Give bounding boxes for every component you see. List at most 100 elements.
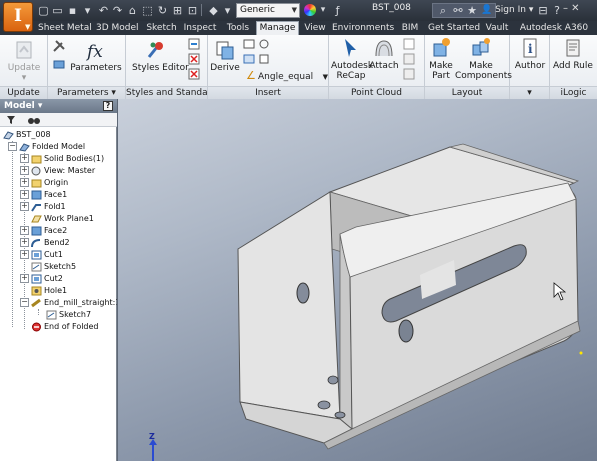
redo-icon[interactable]: ↷ <box>111 3 124 18</box>
tree-node-face1[interactable]: + Face1 <box>20 189 67 201</box>
tab-view[interactable]: View <box>302 22 328 35</box>
tab-sheet-metal[interactable]: Sheet Metal <box>38 22 92 35</box>
update-icon[interactable]: ↻ <box>156 3 169 18</box>
save-icon[interactable]: ▪ <box>66 3 79 18</box>
save-styles-icon[interactable] <box>188 53 201 65</box>
select-icon[interactable]: ⬚ <box>141 3 154 18</box>
sign-in-link[interactable]: 👤 Sign In ▾ <box>481 3 533 18</box>
tree-node-end-of-folded[interactable]: End of Folded <box>31 321 99 333</box>
styles-editor-button[interactable]: Styles Editor <box>132 39 189 73</box>
tree-node-face2[interactable]: + Face2 <box>20 225 67 237</box>
expand-icon[interactable]: + <box>20 250 29 259</box>
tree-node-hole1[interactable]: Hole1 <box>31 285 67 297</box>
dropdown-icon[interactable]: ▾ <box>81 3 94 18</box>
link-icon[interactable] <box>52 57 66 71</box>
expand-icon[interactable]: + <box>20 190 29 199</box>
tab-autodesk-a360[interactable]: Autodesk A360 <box>516 22 592 35</box>
tab-environments[interactable]: Environments <box>332 22 394 35</box>
tab-3d-model[interactable]: 3D Model <box>96 22 139 35</box>
angle-select[interactable]: Angle_equal ▼ <box>258 71 328 84</box>
chevron-down-icon[interactable]: ▾ <box>318 3 328 18</box>
material-icon[interactable]: ◆ <box>207 3 220 18</box>
fx-icon[interactable]: ƒ <box>331 3 344 18</box>
make-part-button[interactable]: Make Part <box>427 37 455 81</box>
update-styles-icon[interactable] <box>188 38 201 50</box>
parameters-button[interactable]: fx Parameters <box>68 39 124 73</box>
binoculars-icon[interactable] <box>28 115 40 125</box>
info-icon: i <box>523 38 537 58</box>
purge-styles-icon[interactable] <box>188 68 201 80</box>
filter-icon[interactable] <box>6 115 16 125</box>
tree-label: Cut2 <box>44 274 63 283</box>
make-components-line1: Make <box>469 61 493 71</box>
expand-icon[interactable]: + <box>20 178 29 187</box>
tree-node-cut2[interactable]: + Cut2 <box>20 273 63 285</box>
insert-object-icon[interactable] <box>243 38 256 50</box>
properties-icon[interactable]: ⊡ <box>186 3 199 18</box>
ribbon: Update ▾ Update fx Parameters Parameters … <box>0 35 597 99</box>
collapse-icon[interactable]: − <box>20 298 29 307</box>
tree-node-solid-bodies[interactable]: + Solid Bodies(1) <box>20 153 104 165</box>
tab-tools[interactable]: Tools <box>224 22 252 35</box>
cart-icon[interactable]: ⊟ <box>537 3 549 18</box>
point-cloud-crop-icon[interactable] <box>403 68 416 80</box>
browser-help-button[interactable]: ? <box>103 101 113 111</box>
panel-label-author[interactable]: ▾ <box>510 86 549 99</box>
tab-manage[interactable]: Manage <box>256 21 299 35</box>
make-components-button[interactable]: Make Components <box>455 37 512 81</box>
sheet-metal-part[interactable] <box>118 99 597 461</box>
new-icon[interactable]: ▢ <box>37 3 50 18</box>
expand-icon[interactable]: + <box>20 226 29 235</box>
tools-icon[interactable] <box>52 39 66 53</box>
search-icon[interactable]: ⌕ <box>437 3 449 18</box>
tree-node-root[interactable]: BST_008 <box>3 129 51 141</box>
binoculars-icon[interactable]: ⚯ <box>452 3 464 18</box>
undo-icon[interactable]: ↶ <box>97 3 110 18</box>
panel-label-parameters[interactable]: Parameters ▾ <box>48 86 125 99</box>
tree-node-sketch5[interactable]: Sketch5 <box>31 261 76 273</box>
tree-node-fold1[interactable]: + Fold1 <box>20 201 66 213</box>
tree-node-view-master[interactable]: + View: Master <box>20 165 95 177</box>
copy-object-icon[interactable] <box>258 53 271 65</box>
help-icon[interactable]: ? <box>551 3 563 18</box>
measure-icon[interactable]: ⊞ <box>171 3 184 18</box>
browser-header[interactable]: Model ▾ ? <box>0 99 117 113</box>
add-rule-button[interactable]: Add Rule <box>551 37 595 71</box>
autodesk-recap-button[interactable]: Autodesk ReCap <box>331 37 373 81</box>
collapse-icon[interactable]: − <box>8 142 17 151</box>
tree-node-work-plane1[interactable]: Work Plane1 <box>31 213 94 225</box>
attach-button[interactable]: Attach <box>369 37 399 71</box>
update-button[interactable]: Update ▾ <box>6 39 42 83</box>
color-override-icon[interactable] <box>304 4 316 16</box>
application-menu-button[interactable]: I ▼ <box>3 2 33 32</box>
tree-node-end-mill[interactable]: − End_mill_straight:1 <box>20 297 117 309</box>
tab-vault[interactable]: Vault <box>483 22 511 35</box>
tree-node-sketch7[interactable]: Sketch7 <box>46 309 91 321</box>
expand-icon[interactable]: + <box>20 274 29 283</box>
appearance-select[interactable]: Generic ▼ <box>236 3 300 18</box>
import-icon[interactable] <box>243 53 256 65</box>
expand-icon[interactable]: + <box>20 202 29 211</box>
graphics-window[interactable]: Z <box>118 99 597 461</box>
tab-inspect[interactable]: Inspect <box>182 22 218 35</box>
tab-sketch[interactable]: Sketch <box>145 22 178 35</box>
expand-icon[interactable]: + <box>20 238 29 247</box>
open-icon[interactable]: ▭ <box>51 3 64 18</box>
expand-icon[interactable]: + <box>20 166 29 175</box>
window-controls[interactable]: – ✕ <box>563 3 580 14</box>
tree-node-cut1[interactable]: + Cut1 <box>20 249 63 261</box>
author-button[interactable]: i Author <box>513 37 547 71</box>
derive-button[interactable]: Derive <box>210 39 240 73</box>
attach-icon[interactable] <box>258 38 271 50</box>
tab-get-started[interactable]: Get Started <box>428 22 480 35</box>
tab-bim[interactable]: BIM <box>400 22 420 35</box>
star-icon[interactable]: ★ <box>466 3 478 18</box>
material-dropdown-icon[interactable]: ▾ <box>221 3 234 18</box>
tree-node-bend2[interactable]: + Bend2 <box>20 237 70 249</box>
tree-node-origin[interactable]: + Origin <box>20 177 68 189</box>
expand-icon[interactable]: + <box>20 154 29 163</box>
point-cloud-grid-icon[interactable] <box>403 53 416 65</box>
point-cloud-manage-icon[interactable] <box>403 38 416 50</box>
tree-node-folded-model[interactable]: − Folded Model <box>8 141 85 153</box>
home-icon[interactable]: ⌂ <box>126 3 139 18</box>
